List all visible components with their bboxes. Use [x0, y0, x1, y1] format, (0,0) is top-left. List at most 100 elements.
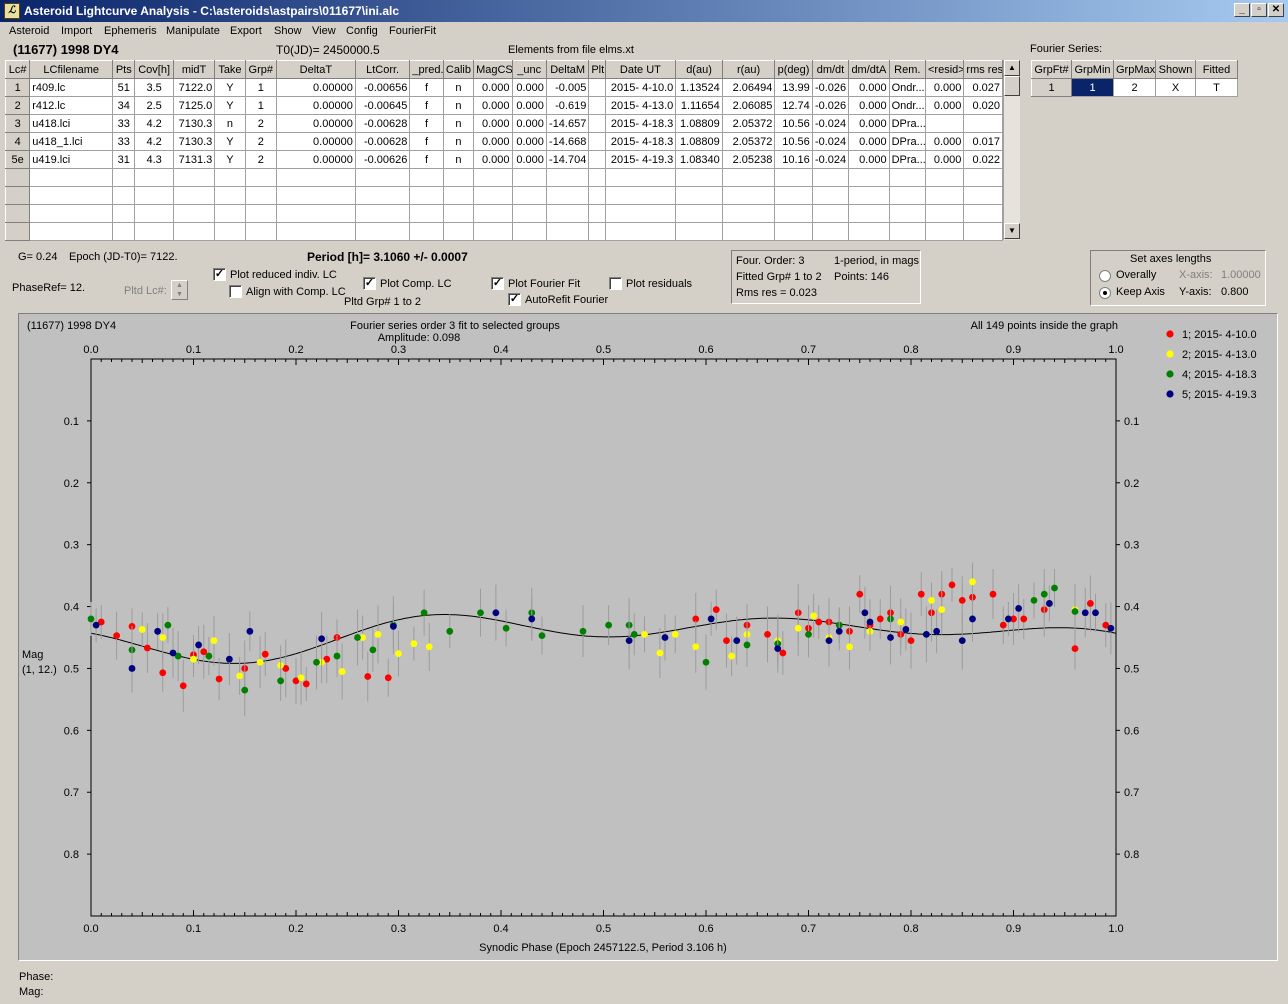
table-cell[interactable] [214, 222, 246, 241]
table-cell[interactable] [604, 186, 677, 205]
table-cell[interactable] [848, 168, 890, 187]
fourier-cell[interactable]: 2 [1113, 78, 1156, 97]
menu-view[interactable]: View [312, 25, 336, 37]
table-cell[interactable] [675, 168, 723, 187]
table-cell[interactable] [604, 204, 677, 223]
table-cell[interactable]: r409.lc [29, 78, 114, 97]
table-cell[interactable]: 0.00000 [275, 96, 356, 115]
table-cell[interactable] [244, 186, 277, 205]
table-row[interactable] [4, 204, 1003, 223]
table-cell[interactable]: 2 [244, 114, 277, 133]
table-cell[interactable] [604, 222, 677, 241]
overally-radio[interactable] [1099, 270, 1111, 282]
table-cell[interactable]: 0.020 [963, 96, 1003, 115]
table-cell[interactable] [588, 114, 606, 133]
table-cell[interactable] [588, 78, 606, 97]
table-cell[interactable]: -14.657 [545, 114, 590, 133]
table-cell[interactable]: 7130.3 [172, 132, 216, 151]
table-cell[interactable] [811, 204, 850, 223]
table-cell[interactable]: 0.000 [511, 96, 547, 115]
table-cell[interactable]: 0.017 [963, 132, 1003, 151]
table-cell[interactable]: 0.000 [848, 78, 890, 97]
table-cell[interactable] [588, 150, 606, 169]
maximize-button[interactable]: ▫ [1251, 3, 1267, 17]
table-cell[interactable]: 7130.3 [172, 114, 216, 133]
table-cell[interactable]: 1.08809 [675, 114, 723, 133]
table-cell[interactable] [774, 222, 813, 241]
table-cell[interactable]: n [442, 114, 475, 133]
pltd-lc-spinner[interactable]: ▲ ▼ [171, 280, 188, 300]
table-cell[interactable]: 2015- 4-18.3 [604, 114, 677, 133]
table-cell[interactable]: 0.000 [473, 96, 513, 115]
table-cell[interactable]: Y [214, 150, 246, 169]
table-cell[interactable] [848, 186, 890, 205]
menu-export[interactable]: Export [230, 25, 262, 37]
row-header[interactable] [4, 168, 31, 187]
table-cell[interactable] [172, 222, 216, 241]
table-cell[interactable]: 2.06494 [721, 78, 776, 97]
table-cell[interactable] [675, 186, 723, 205]
table-cell[interactable]: Ondr... [888, 96, 926, 115]
menu-import[interactable]: Import [61, 25, 92, 37]
table-row[interactable]: 2 r412.lc 34 2.5 7125.0 Y 1 0.00000 -0.00645 f n 0.… [4, 96, 1003, 115]
table-cell[interactable]: f [409, 132, 444, 151]
align-comp-checkbox[interactable] [229, 285, 242, 298]
table-cell[interactable]: n [214, 114, 246, 133]
table-cell[interactable]: 10.56 [774, 114, 813, 133]
table-cell[interactable]: 0.000 [848, 150, 890, 169]
table-cell[interactable]: 1 [244, 78, 277, 97]
table-cell[interactable]: 0.000 [473, 114, 513, 133]
table-cell[interactable]: -14.704 [545, 150, 590, 169]
table-cell[interactable]: u418.lci [29, 114, 114, 133]
table-cell[interactable]: 0.00000 [275, 132, 356, 151]
table-cell[interactable]: 7131.3 [172, 150, 216, 169]
table-cell[interactable]: n [442, 96, 475, 115]
table-cell[interactable] [924, 204, 965, 223]
lightcurve-plot-panel[interactable]: 0.0 0.0 0.1 0.1 0.2 0.2 0.3 0.3 0.4 0.4 0.5 0.5 0.6 0… [18, 313, 1278, 961]
table-row[interactable] [4, 222, 1003, 241]
table-cell[interactable] [29, 186, 114, 205]
table-cell[interactable] [774, 168, 813, 187]
table-cell[interactable]: -0.00626 [354, 150, 411, 169]
table-cell[interactable]: 0.000 [473, 150, 513, 169]
table-cell[interactable] [134, 186, 174, 205]
table-cell[interactable] [811, 222, 850, 241]
table-cell[interactable] [545, 204, 590, 223]
table-cell[interactable] [172, 168, 216, 187]
table-cell[interactable] [588, 132, 606, 151]
table-cell[interactable] [545, 186, 590, 205]
table-cell[interactable] [888, 204, 926, 223]
table-cell[interactable]: 10.56 [774, 132, 813, 151]
table-cell[interactable] [442, 186, 475, 205]
fourier-cell[interactable]: X [1155, 78, 1196, 97]
table-cell[interactable] [244, 222, 277, 241]
scroll-thumb[interactable] [1004, 76, 1020, 96]
table-cell[interactable]: 2.05238 [721, 150, 776, 169]
row-header[interactable]: 2 [4, 96, 31, 115]
table-cell[interactable] [511, 204, 547, 223]
table-cell[interactable] [511, 222, 547, 241]
table-cell[interactable]: -0.024 [811, 150, 850, 169]
table-cell[interactable] [588, 204, 606, 223]
table-cell[interactable]: 2.5 [134, 96, 174, 115]
table-cell[interactable]: -0.024 [811, 132, 850, 151]
table-cell[interactable]: 2015- 4-13.0 [604, 96, 677, 115]
fourier-series-table[interactable]: GrpFt# GrpMin GrpMax Shown Fitted 1 1 2 X T [1031, 60, 1238, 97]
menu-manipulate[interactable]: Manipulate [166, 25, 220, 37]
table-scrollbar[interactable]: ▲ ▼ [1003, 60, 1020, 240]
table-cell[interactable]: r412.lc [29, 96, 114, 115]
table-cell[interactable]: 0.000 [511, 132, 547, 151]
table-cell[interactable]: 0.000 [473, 78, 513, 97]
table-cell[interactable] [588, 168, 606, 187]
menu-fourierfit[interactable]: FourierFit [389, 25, 436, 37]
table-cell[interactable]: -0.00645 [354, 96, 411, 115]
table-cell[interactable] [442, 168, 475, 187]
table-cell[interactable] [409, 222, 444, 241]
table-cell[interactable] [112, 204, 136, 223]
table-cell[interactable]: DPra... [888, 150, 926, 169]
table-cell[interactable]: 2.06085 [721, 96, 776, 115]
table-cell[interactable] [244, 168, 277, 187]
table-cell[interactable] [354, 168, 411, 187]
table-cell[interactable]: 0.022 [963, 150, 1003, 169]
table-cell[interactable] [545, 168, 590, 187]
